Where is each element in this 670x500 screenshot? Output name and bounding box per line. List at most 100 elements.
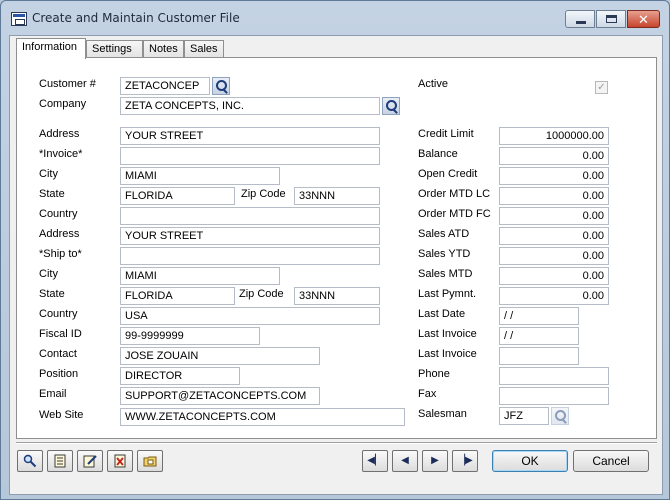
invoice-address-field[interactable]: YOUR STREET — [120, 127, 380, 145]
last-invoice-date-field[interactable]: / / — [499, 327, 579, 345]
cancel-button[interactable]: Cancel — [573, 450, 649, 472]
website-field[interactable]: WWW.ZETACONCEPTS.COM — [120, 408, 405, 426]
ok-button[interactable]: OK — [492, 450, 568, 472]
state-label: State — [39, 188, 65, 200]
fiscal-id-field[interactable]: 99-9999999 — [120, 327, 260, 345]
minimize-button[interactable] — [565, 10, 595, 28]
edit-button[interactable] — [77, 450, 103, 472]
tab-notes[interactable]: Notes — [143, 40, 184, 58]
separator — [16, 442, 657, 444]
website-label: Web Site — [39, 409, 84, 421]
first-record-button[interactable]: ◀▏ — [362, 450, 388, 472]
invoice-label: *Invoice* — [39, 148, 83, 160]
app-icon[interactable] — [11, 12, 27, 26]
tab-settings[interactable]: Settings — [86, 40, 143, 58]
balance-field[interactable]: 0.00 — [499, 147, 609, 165]
shipto-city-field[interactable]: MIAMI — [120, 267, 280, 285]
active-checkbox[interactable]: ✓ — [595, 81, 608, 94]
shipto-state-field[interactable]: FLORIDA — [120, 287, 235, 305]
active-label: Active — [418, 78, 448, 90]
tab-sales[interactable]: Sales — [184, 40, 224, 58]
order-mtd-lc-label: Order MTD LC — [418, 188, 491, 200]
country-label: Country — [39, 308, 78, 320]
open-credit-label: Open Credit — [418, 168, 478, 180]
company-lookup-icon[interactable] — [382, 97, 400, 115]
invoice-state-field[interactable]: FLORIDA — [120, 187, 235, 205]
invoice-address2-field[interactable] — [120, 147, 380, 165]
delete-document-icon — [114, 454, 126, 468]
shipto-zip-field[interactable]: 33NNN — [294, 287, 380, 305]
customer-label: Customer # — [39, 78, 96, 90]
salesman-lookup-icon[interactable] — [551, 407, 569, 425]
company-field[interactable]: ZETA CONCEPTS, INC. — [120, 97, 380, 115]
order-mtd-fc-field[interactable]: 0.00 — [499, 207, 609, 225]
last-date-field[interactable]: / / — [499, 307, 579, 325]
city-label: City — [39, 168, 58, 180]
title-bar: Create and Maintain Customer File ✕ — [1, 1, 669, 35]
invoice-city-field[interactable]: MIAMI — [120, 167, 280, 185]
last-date-label: Last Date — [418, 308, 466, 320]
address-label: Address — [39, 128, 80, 140]
fiscal-id-label: Fiscal ID — [39, 328, 82, 340]
salesman-label: Salesman — [418, 408, 467, 420]
phone-field[interactable] — [499, 367, 609, 385]
information-panel: Customer # ZETACONCEP Company ZETA CONCE… — [16, 57, 657, 439]
email-field[interactable]: SUPPORT@ZETACONCEPTS.COM — [120, 387, 320, 405]
edit-document-icon — [83, 455, 97, 468]
shipto-address-field[interactable]: YOUR STREET — [120, 227, 380, 245]
window-title: Create and Maintain Customer File — [32, 11, 240, 25]
next-record-button[interactable]: ▶ — [422, 450, 448, 472]
credit-limit-label: Credit Limit — [418, 128, 474, 140]
last-payment-label: Last Pymnt. — [418, 288, 477, 300]
open-credit-field[interactable]: 0.00 — [499, 167, 609, 185]
delete-button[interactable] — [107, 450, 133, 472]
sales-ytd-field[interactable]: 0.00 — [499, 247, 609, 265]
invoice-country-field[interactable] — [120, 207, 380, 225]
folder-icon — [143, 456, 157, 467]
state-label: State — [39, 288, 65, 300]
last-invoice-date-label: Last Invoice — [418, 328, 477, 340]
find-button[interactable] — [17, 450, 43, 472]
sales-ytd-label: Sales YTD — [418, 248, 471, 260]
maximize-icon — [606, 15, 617, 23]
customer-lookup-icon[interactable] — [212, 77, 230, 95]
document-list-icon — [54, 454, 66, 468]
position-field[interactable]: DIRECTOR — [120, 367, 240, 385]
customer-number-field[interactable]: ZETACONCEP — [120, 77, 210, 95]
salesman-field[interactable]: JFZ — [499, 407, 549, 425]
last-invoice-label: Last Invoice — [418, 348, 477, 360]
invoice-zip-field[interactable]: 33NNN — [294, 187, 380, 205]
zip-code-label: Zip Code — [239, 288, 284, 300]
balance-label: Balance — [418, 148, 458, 160]
contact-field[interactable]: JOSE ZOUAIN — [120, 347, 320, 365]
order-mtd-fc-label: Order MTD FC — [418, 208, 491, 220]
tab-information[interactable]: Information — [16, 38, 86, 59]
phone-label: Phone — [418, 368, 450, 380]
sales-mtd-field[interactable]: 0.00 — [499, 267, 609, 285]
find-icon — [23, 454, 37, 468]
zip-code-label: Zip Code — [241, 188, 286, 200]
credit-limit-field[interactable]: 1000000.00 — [499, 127, 609, 145]
shipto-label: *Ship to* — [39, 248, 82, 260]
order-mtd-lc-field[interactable]: 0.00 — [499, 187, 609, 205]
city-label: City — [39, 268, 58, 280]
list-button[interactable] — [47, 450, 73, 472]
email-label: Email — [39, 388, 67, 400]
previous-record-button[interactable]: ◀ — [392, 450, 418, 472]
fax-field[interactable] — [499, 387, 609, 405]
country-label: Country — [39, 208, 78, 220]
maximize-button[interactable] — [596, 10, 626, 28]
print-button[interactable] — [137, 450, 163, 472]
sales-mtd-label: Sales MTD — [418, 268, 473, 280]
close-button[interactable]: ✕ — [627, 10, 660, 28]
address-label: Address — [39, 228, 80, 240]
minimize-icon — [576, 21, 586, 24]
last-payment-field[interactable]: 0.00 — [499, 287, 609, 305]
last-invoice-field[interactable] — [499, 347, 579, 365]
shipto-address2-field[interactable] — [120, 247, 380, 265]
dialog-client: Information Settings Notes Sales Custome… — [9, 35, 663, 495]
last-record-button[interactable]: ▕▶ — [452, 450, 478, 472]
window: Create and Maintain Customer File ✕ Info… — [0, 0, 670, 500]
shipto-country-field[interactable]: USA — [120, 307, 380, 325]
sales-atd-field[interactable]: 0.00 — [499, 227, 609, 245]
